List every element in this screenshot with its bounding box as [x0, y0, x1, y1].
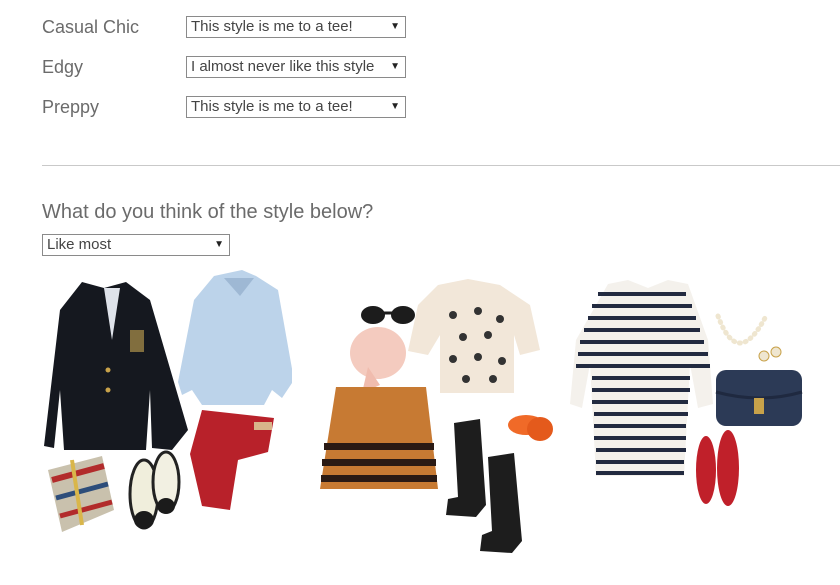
- outfit-image-casual-chic: [320, 279, 553, 553]
- rating-row-edgy: Edgy I almost never like this style ▼: [42, 56, 412, 80]
- flats-image: [128, 450, 181, 530]
- shirt-image: [178, 270, 292, 405]
- style-opinion-select[interactable]: Like most ▼: [42, 234, 230, 256]
- rating-select-value: This style is me to a tee!: [191, 98, 353, 115]
- rating-select-casual-chic[interactable]: This style is me to a tee! ▼: [186, 16, 406, 38]
- sunglasses-image: [361, 306, 415, 324]
- rating-select-value: This style is me to a tee!: [191, 18, 353, 35]
- orange-bangles-image: [508, 415, 553, 441]
- rating-label: Casual Chic: [42, 17, 140, 37]
- plaid-scarf-image: [48, 456, 114, 532]
- striped-dress-image: [570, 280, 713, 476]
- triangle-down-icon: ▼: [390, 101, 400, 112]
- rating-select-preppy[interactable]: This style is me to a tee! ▼: [186, 96, 406, 118]
- style-opinion-value: Like most: [47, 236, 112, 253]
- blazer-image: [44, 282, 188, 450]
- pearl-necklace-image: [715, 313, 782, 362]
- triangle-down-icon: ▼: [214, 239, 224, 250]
- outfit-image-striped-dress: [570, 280, 803, 506]
- rating-select-edgy[interactable]: I almost never like this style ▼: [186, 56, 406, 78]
- polka-dot-top-image: [408, 279, 540, 393]
- striped-skirt-image: [320, 387, 438, 489]
- black-boots-image: [446, 419, 522, 553]
- section-divider: [42, 165, 840, 166]
- triangle-down-icon: ▼: [390, 61, 400, 72]
- rating-label: Preppy: [42, 97, 100, 117]
- navy-clutch-image: [715, 370, 803, 426]
- rating-select-value: I almost never like this style: [191, 58, 375, 75]
- pink-scarf-image: [350, 327, 406, 393]
- rating-label: Edgy: [42, 57, 84, 77]
- triangle-down-icon: ▼: [390, 21, 400, 32]
- style-question: What do you think of the style below?: [42, 201, 374, 223]
- red-pants-image: [190, 410, 274, 510]
- red-flats-image: [696, 430, 739, 506]
- rating-row-casual-chic: Casual Chic This style is me to a tee! ▼: [42, 16, 412, 40]
- rating-row-preppy: Preppy This style is me to a tee! ▼: [42, 96, 412, 120]
- outfit-image-preppy: [44, 270, 292, 532]
